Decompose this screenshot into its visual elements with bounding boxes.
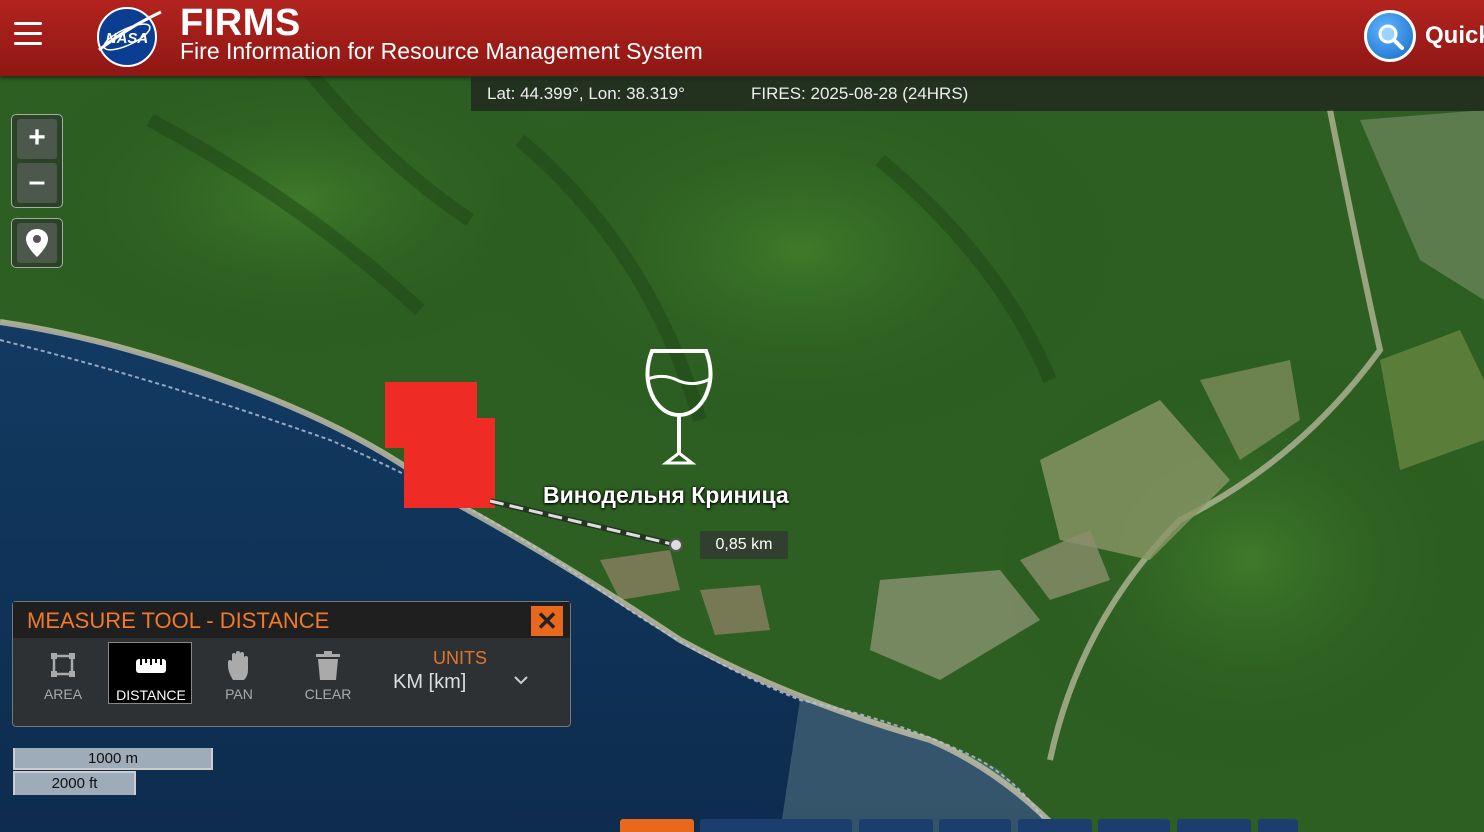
- search-icon[interactable]: [1364, 10, 1416, 62]
- wine-glass-icon[interactable]: [640, 347, 718, 469]
- measure-tool-header: MEASURE TOOL - DISTANCE ✕: [13, 602, 570, 638]
- scale-bar-imperial: 2000 ft: [13, 771, 136, 795]
- hand-icon: [228, 651, 248, 680]
- bottom-tab[interactable]: [1177, 819, 1251, 832]
- bottom-tab[interactable]: [1098, 819, 1170, 832]
- zoom-out-button[interactable]: –: [17, 163, 57, 203]
- locate-button[interactable]: [17, 223, 57, 263]
- distance-button[interactable]: DISTANCE: [108, 642, 192, 704]
- ruler-icon: [136, 659, 166, 673]
- fires-date-readout[interactable]: FIRES: 2025-08-28 (24HRS): [751, 77, 968, 111]
- lat-lon-readout: Lat: 44.399°, Lon: 38.319°: [487, 84, 685, 103]
- bottom-tab[interactable]: [1018, 819, 1092, 832]
- zoom-controls: + –: [11, 114, 63, 208]
- nasa-logo[interactable]: NASA: [93, 4, 165, 68]
- map-pin-icon: [26, 229, 48, 257]
- area-label: AREA: [43, 686, 83, 702]
- svg-text:NASA: NASA: [106, 30, 149, 47]
- bottom-tab[interactable]: [939, 819, 1011, 832]
- quick-search-label[interactable]: Quick: [1425, 22, 1484, 50]
- bottom-tab[interactable]: [859, 819, 933, 832]
- distance-label: 0,85 km: [700, 531, 788, 559]
- distance-label: DISTANCE: [116, 687, 186, 703]
- app-header: NASA FIRMS Fire Information for Resource…: [0, 0, 1484, 76]
- area-icon: [51, 653, 75, 677]
- clear-label: CLEAR: [304, 686, 352, 702]
- pan-label: PAN: [225, 686, 253, 702]
- area-button[interactable]: AREA: [21, 642, 105, 704]
- locate-control: [11, 218, 63, 268]
- units-select[interactable]: KM [km]: [393, 671, 466, 694]
- close-button[interactable]: ✕: [531, 606, 563, 636]
- measure-tool-title: MEASURE TOOL - DISTANCE: [27, 608, 330, 633]
- zoom-in-button[interactable]: +: [17, 119, 57, 159]
- menu-icon[interactable]: [14, 22, 42, 48]
- trash-icon: [316, 651, 340, 680]
- clear-button[interactable]: CLEAR: [286, 642, 370, 704]
- measure-tool-panel: MEASURE TOOL - DISTANCE ✕ AREA DISTANCE …: [12, 601, 571, 727]
- bottom-tab-active[interactable]: [620, 819, 694, 832]
- scale-bar-metric: 1000 m: [13, 748, 213, 770]
- units-label: UNITS: [433, 648, 487, 668]
- bottom-tab[interactable]: [1258, 819, 1298, 832]
- chevron-down-icon[interactable]: [513, 674, 529, 686]
- bottom-tab[interactable]: [700, 819, 852, 832]
- place-label[interactable]: Винодельня Криница: [543, 482, 789, 509]
- app-subtitle: Fire Information for Resource Management…: [180, 38, 703, 64]
- pan-button[interactable]: PAN: [197, 642, 281, 704]
- coordinate-bar: Lat: 44.399°, Lon: 38.319° FIRES: 2025-0…: [471, 77, 1484, 111]
